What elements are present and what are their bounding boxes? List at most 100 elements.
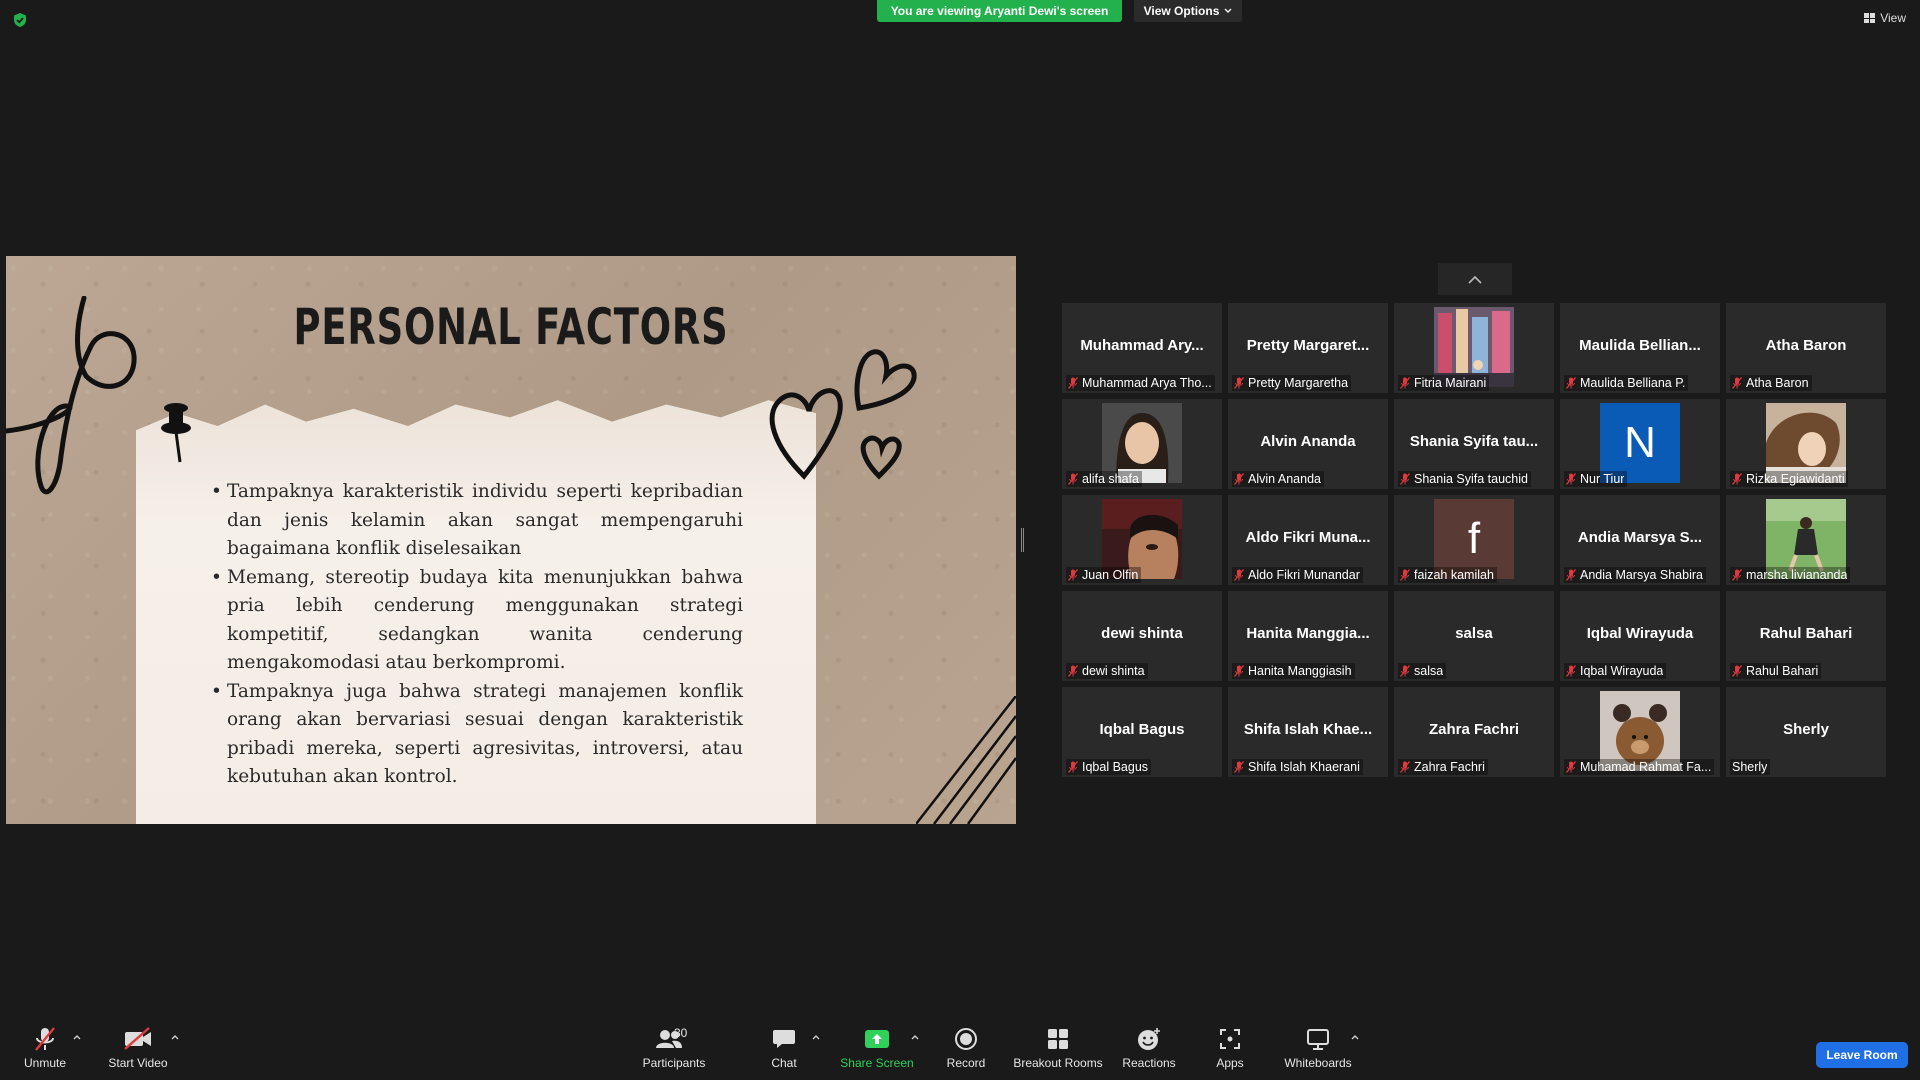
participant-name-label: salsa — [1398, 663, 1447, 679]
participant-name-label: Juan Olfin — [1066, 567, 1142, 583]
chat-label: Chat — [771, 1056, 797, 1070]
unmute-button[interactable]: Unmute — [0, 1024, 93, 1070]
participant-name: faizah kamilah — [1414, 568, 1494, 582]
chat-options-caret-icon[interactable] — [811, 1032, 821, 1042]
participant-tile[interactable]: Shania Syifa tau... Shania Syifa tauchid — [1394, 399, 1554, 489]
slide-bullet: Tampaknya karakteristik individu seperti… — [211, 478, 743, 564]
participant-tile[interactable]: Andia Marsya S... Andia Marsya Shabira — [1560, 495, 1720, 585]
participant-tile[interactable]: Zahra Fachri Zahra Fachri — [1394, 687, 1554, 777]
participant-name-label: Muhammad Arya Tho... — [1066, 375, 1215, 391]
leave-room-button[interactable]: Leave Room — [1816, 1042, 1908, 1068]
view-options-label: View Options — [1143, 4, 1220, 18]
muted-microphone-icon — [1732, 473, 1742, 485]
participant-display-name: dewi shinta — [1101, 625, 1183, 642]
participant-name-label: Iqbal Wirayuda — [1564, 663, 1667, 679]
participant-tile[interactable]: Sherly Sherly — [1726, 687, 1886, 777]
whiteboards-button[interactable]: Whiteboards — [1270, 1024, 1366, 1070]
participant-name: Iqbal Bagus — [1082, 760, 1149, 774]
pushpin-icon — [161, 403, 191, 463]
participant-tile[interactable]: Shifa Islah Khae... Shifa Islah Khaerani — [1228, 687, 1388, 777]
apps-button[interactable]: Apps — [1182, 1024, 1278, 1070]
chat-button[interactable]: Chat — [736, 1024, 832, 1070]
muted-microphone-icon — [1234, 377, 1244, 389]
muted-microphone-icon — [1068, 665, 1078, 677]
participant-tile[interactable]: Rahul Bahari Rahul Bahari — [1726, 591, 1886, 681]
record-button[interactable]: Record — [918, 1024, 1014, 1070]
participant-tile[interactable]: Juan Olfin — [1062, 495, 1222, 585]
participant-name: Atha Baron — [1746, 376, 1809, 390]
participant-name: marsha livianandа — [1746, 568, 1848, 582]
muted-microphone-icon — [1400, 569, 1410, 581]
shared-screen-slide: PERSONAL FACTORS Tampaknya karakteristik… — [6, 256, 1016, 824]
participant-tile[interactable]: Muhammad Ary... Muhammad Arya Tho... — [1062, 303, 1222, 393]
participant-name: Nur Tiur — [1580, 472, 1625, 486]
participant-name: Shifa Islah Khaerani — [1248, 760, 1360, 774]
slide-bullet: Memang, stereotip budaya kita menunjukka… — [211, 564, 743, 678]
participant-tile[interactable]: N Nur Tiur — [1560, 399, 1720, 489]
viewing-screen-banner: You are viewing Aryanti Dewi's screen — [877, 0, 1122, 22]
audio-options-caret-icon[interactable] — [72, 1032, 82, 1042]
muted-microphone-icon — [1234, 473, 1244, 485]
participant-tile[interactable]: Maulida Bellian... Maulida Belliana P. — [1560, 303, 1720, 393]
participant-name: Zahra Fachri — [1414, 760, 1485, 774]
participant-tile[interactable]: Muhamad Rahmat Fa... — [1560, 687, 1720, 777]
participant-tile[interactable]: Hanita Manggia... Hanita Manggiasih — [1228, 591, 1388, 681]
muted-microphone-icon — [1234, 665, 1244, 677]
view-layout-button[interactable]: View — [1864, 11, 1906, 25]
participant-tile[interactable]: alifa shafa — [1062, 399, 1222, 489]
meeting-toolbar: Unmute Start Video 30 Participants Chat … — [0, 1018, 1920, 1080]
participant-name-label: Fitria Mairani — [1398, 375, 1490, 391]
participant-display-name: Alvin Ananda — [1260, 433, 1356, 450]
participant-tile[interactable]: Iqbal Bagus Iqbal Bagus — [1062, 687, 1222, 777]
start-video-label: Start Video — [108, 1056, 168, 1070]
participant-display-name: Zahra Fachri — [1428, 721, 1520, 738]
participant-tile[interactable]: salsa salsa — [1394, 591, 1554, 681]
slide-bullet-list: Tampaknya karakteristik individu seperti… — [211, 478, 743, 792]
share-screen-button[interactable]: Share Screen — [829, 1024, 925, 1070]
participant-name: Sherly — [1732, 760, 1768, 774]
view-options-button[interactable]: View Options — [1134, 0, 1242, 22]
participant-tile[interactable]: Alvin Ananda Alvin Ananda — [1228, 399, 1388, 489]
participant-tile[interactable]: Rizka Egiawidanti — [1726, 399, 1886, 489]
participant-tile[interactable]: f faizah kamilah — [1394, 495, 1554, 585]
participant-tile[interactable]: dewi shinta dewi shinta — [1062, 591, 1222, 681]
participant-display-name: Aldo Fikri Muna... — [1245, 529, 1371, 546]
microphone-muted-icon — [35, 1027, 55, 1051]
video-options-caret-icon[interactable] — [170, 1032, 180, 1042]
breakout-rooms-button[interactable]: Breakout Rooms — [1010, 1024, 1106, 1070]
muted-microphone-icon — [1068, 377, 1078, 389]
security-shield-icon[interactable] — [12, 12, 28, 28]
participant-tile[interactable]: Atha Baron Atha Baron — [1726, 303, 1886, 393]
participant-tile[interactable]: Aldo Fikri Muna... Aldo Fikri Munandar — [1228, 495, 1388, 585]
start-video-button[interactable]: Start Video — [90, 1024, 186, 1070]
participant-tile[interactable]: Iqbal Wirayuda Iqbal Wirayuda — [1560, 591, 1720, 681]
participant-tile[interactable]: marsha livianandа — [1726, 495, 1886, 585]
apps-icon — [1220, 1029, 1240, 1049]
grid-view-icon — [1864, 13, 1876, 23]
participants-count: 30 — [674, 1026, 688, 1040]
participant-tile[interactable]: Fitria Mairani — [1394, 303, 1554, 393]
participant-display-name: Iqbal Bagus — [1099, 721, 1185, 738]
participant-gallery: Muhammad Ary... Muhammad Arya Tho... Prett… — [1062, 303, 1886, 777]
participant-name-label: Sherly — [1730, 759, 1771, 775]
participant-display-name: Shania Syifa tau... — [1409, 433, 1539, 450]
corner-lines-decoration — [916, 696, 1016, 824]
participant-name: Juan Olfin — [1082, 568, 1139, 582]
participant-name-label: Pretty Margaretha — [1232, 375, 1352, 391]
participant-name-label: marsha livianandа — [1730, 567, 1851, 583]
participants-button[interactable]: 30 Participants — [626, 1024, 722, 1070]
muted-microphone-icon — [1068, 761, 1078, 773]
participant-name: Rahul Bahari — [1746, 664, 1819, 678]
gallery-page-up-button[interactable] — [1438, 263, 1512, 295]
split-view-resize-handle[interactable] — [1021, 528, 1024, 552]
participant-display-name: Muhammad Ary... — [1080, 337, 1204, 354]
muted-microphone-icon — [1068, 473, 1078, 485]
participant-name: dewi shinta — [1082, 664, 1145, 678]
apps-label: Apps — [1216, 1056, 1244, 1070]
participant-name: Fitria Mairani — [1414, 376, 1487, 390]
participant-tile[interactable]: Pretty Margaret... Pretty Margaretha — [1228, 303, 1388, 393]
whiteboards-label: Whiteboards — [1284, 1056, 1352, 1070]
record-label: Record — [946, 1056, 986, 1070]
muted-microphone-icon — [1068, 569, 1078, 581]
whiteboard-options-caret-icon[interactable] — [1350, 1032, 1360, 1042]
